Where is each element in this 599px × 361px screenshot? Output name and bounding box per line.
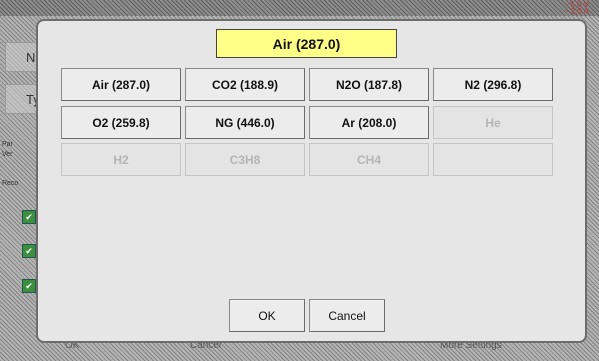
current-gas-display: Air (287.0) [216, 29, 397, 58]
background-label: Reco [2, 180, 19, 187]
gas-button-n2o[interactable]: N2O (187.8) [309, 68, 429, 101]
background-cancel-button: Cancel [190, 340, 222, 351]
cancel-button[interactable]: Cancel [309, 299, 385, 332]
ok-button[interactable]: OK [229, 299, 305, 332]
gas-selection-dialog: Air (287.0) Air (287.0) CO2 (188.9) N2O … [36, 19, 587, 343]
checkbox-icon: ✔ [22, 210, 36, 224]
background-label: Ver [2, 151, 13, 158]
background-more-settings-button: More Settings [440, 340, 502, 351]
gas-button-co2[interactable]: CO2 (188.9) [185, 68, 305, 101]
checkbox-icon: ✔ [22, 279, 36, 293]
gas-button-he: He [433, 106, 553, 139]
status-bar: - 5.0 V ~ 2.0 A [0, 0, 599, 16]
gas-button-c3h8: C3H8 [185, 143, 305, 176]
gas-button-o2[interactable]: O2 (259.8) [61, 106, 181, 139]
gas-button-n2[interactable]: N2 (296.8) [433, 68, 553, 101]
gas-button-h2: H2 [61, 143, 181, 176]
gas-button-ch4: CH4 [309, 143, 429, 176]
checkbox-icon: ✔ [22, 244, 36, 258]
background-ok-button: OK [65, 340, 80, 351]
background-label: Par [2, 141, 13, 148]
gas-button-ng[interactable]: NG (446.0) [185, 106, 305, 139]
gas-button-air[interactable]: Air (287.0) [61, 68, 181, 101]
status-text: - 5.0 V ~ 2.0 A [563, 0, 589, 16]
background-label: N [26, 50, 36, 65]
gas-button-ar[interactable]: Ar (208.0) [309, 106, 429, 139]
gas-button-empty [433, 143, 553, 176]
